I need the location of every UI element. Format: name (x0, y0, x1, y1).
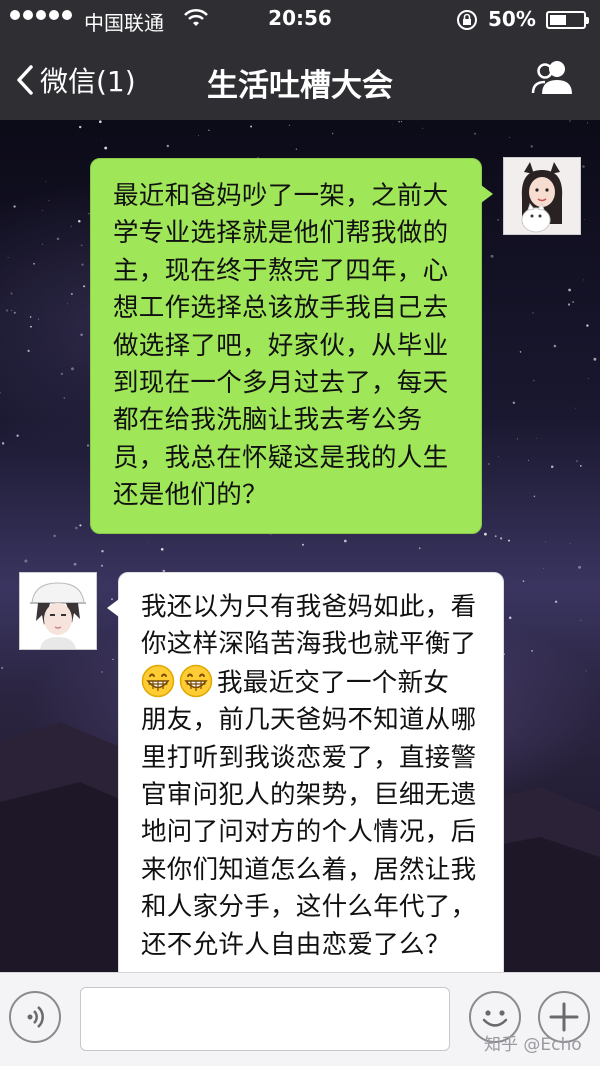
my-avatar[interactable] (503, 157, 581, 235)
avatar-boy-with-cap-image (20, 573, 96, 649)
message-line: 地问了问对方的个人情况，后 (141, 817, 477, 848)
chat-area[interactable]: 最近和爸妈吵了一架，之前大 学专业选择就是他们帮我做的 主，现在终于熬完了四年，… (0, 120, 600, 972)
message-line: 里打听到我谈恋爱了，直接警 (141, 742, 477, 773)
message-line-with-emoji: 我最近交了一个新女 (141, 664, 481, 702)
message-line: 我还以为只有我爸妈如此，看 (141, 592, 477, 622)
message-line: 学专业选择就是他们帮我做的 (113, 218, 449, 249)
message-line: 主，现在终于熬完了四年，心 (113, 255, 449, 286)
battery-percent: 50% (488, 7, 536, 31)
grin-emoji-icon (179, 664, 213, 698)
message-line: 来你们知道怎么着，居然让我 (141, 854, 477, 885)
orientation-lock-icon (457, 10, 477, 30)
zhihu-watermark: 知乎 @Echo (484, 1035, 582, 1055)
avatar-girl-with-cat-image (504, 158, 580, 234)
message-bubble-sent[interactable]: 最近和爸妈吵了一架，之前大 学专业选择就是他们帮我做的 主，现在终于熬完了四年，… (90, 158, 493, 534)
nav-bar: 微信(1) 生活吐槽大会 (0, 38, 600, 120)
message-line: 最近和爸妈吵了一架，之前大 (113, 181, 449, 211)
people-icon[interactable] (530, 58, 576, 98)
voice-icon (27, 1006, 44, 1028)
message-line: 做选择了吧，好家伙，从毕业 (113, 330, 449, 361)
voice-button[interactable] (9, 991, 61, 1043)
message-line: 你这样深陷苦海我也就平衡了 (141, 629, 477, 660)
message-line: 员，我总在怀疑这是我的人生 (113, 442, 449, 473)
friend-avatar[interactable] (19, 572, 97, 650)
message-line: 我最近交了一个新女 (217, 667, 450, 698)
message-line: 朋友，前几天爸妈不知道从哪 (141, 705, 477, 736)
message-bubble-received[interactable]: 我还以为只有我爸妈如此，看 你这样深陷苦海我也就平衡了 我最近交了一个新女 朋友… (107, 572, 504, 972)
chat-title: 生活吐槽大会 (207, 68, 393, 104)
battery-icon (546, 11, 589, 29)
message-line: 还是他们的？ (113, 480, 268, 511)
message-line: 和人家分手，这什么年代了， (141, 892, 477, 923)
message-line: 到现在一个多月过去了，每天 (113, 368, 449, 399)
message-line: 还不允许人自由恋爱了么？ (141, 929, 451, 960)
message-line: 官审问犯人的架势，巨细无遗 (141, 780, 477, 811)
message-input[interactable] (80, 987, 450, 1051)
message-line: 都在给我洗脑让我去考公务 (113, 405, 423, 436)
status-bar: 中国联通 20:56 50% (0, 0, 600, 38)
message-line: 想工作选择总该放手我自己去 (113, 293, 449, 324)
grin-emoji-icon (141, 664, 175, 698)
